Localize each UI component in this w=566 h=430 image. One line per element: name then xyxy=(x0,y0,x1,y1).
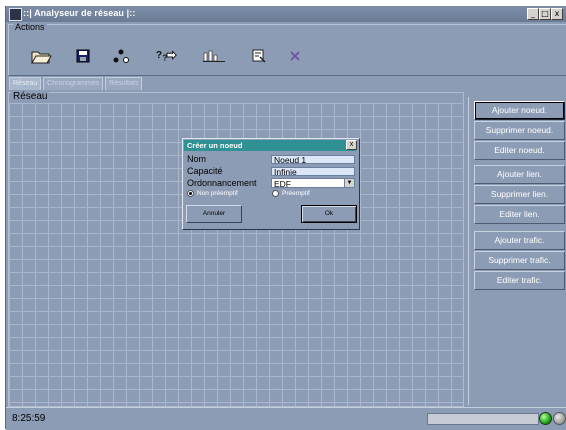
create-node-dialog: Créer un noeud x Nom Noeud 1 Capacité In… xyxy=(182,138,360,230)
dialog-title[interactable]: Créer un noeud xyxy=(184,140,356,151)
non-preemptif-label: Non préemptif xyxy=(197,190,238,197)
clear-button[interactable] xyxy=(283,45,307,67)
tab-strip: Réseau Chronogrammes Résultats xyxy=(9,77,144,91)
clock-text: 8:25:59 xyxy=(12,413,46,424)
app-icon[interactable] xyxy=(9,8,22,21)
edit-node-button[interactable]: Editer noeud. xyxy=(474,141,565,160)
network-icon xyxy=(113,49,129,63)
add-node-button[interactable]: Ajouter noeud. xyxy=(474,101,565,120)
close-cross-icon xyxy=(290,51,300,61)
delete-node-button[interactable]: Supprimer noeud. xyxy=(474,121,565,140)
close-button[interactable]: x xyxy=(551,8,563,20)
nom-label: Nom xyxy=(187,154,207,164)
cancel-button[interactable]: Annuler xyxy=(186,205,242,223)
capacite-label: Capacité xyxy=(187,166,223,176)
delete-link-button[interactable]: Supprimer lien. xyxy=(474,185,565,204)
chevron-down-icon[interactable]: ▼ xyxy=(344,179,354,187)
title-bar[interactable]: ::| Analyseur de réseau |:: _ □ x xyxy=(6,6,566,22)
status-bar: 8:25:59 xyxy=(6,407,566,430)
open-button[interactable] xyxy=(29,45,53,67)
svg-text:?: ? xyxy=(156,50,162,61)
tab-resultats[interactable]: Résultats xyxy=(105,77,143,90)
actions-group: Actions ? ? xyxy=(8,22,566,76)
chart-button[interactable] xyxy=(202,45,226,67)
analyze-icon: ? ? xyxy=(156,50,177,63)
ordonnancement-select[interactable]: EDF ▼ xyxy=(271,178,355,189)
tab-reseau[interactable]: Réseau xyxy=(9,77,42,90)
ordonnancement-label: Ordonnancement xyxy=(187,178,257,188)
tab-chronogrammes[interactable]: Chronogrammes xyxy=(43,77,104,90)
edit-traffic-button[interactable]: Editer trafic. xyxy=(474,271,565,290)
save-icon xyxy=(76,49,90,63)
non-preemptif-radio[interactable]: Non préemptif xyxy=(187,190,238,197)
delete-traffic-button[interactable]: Supprimer trafic. xyxy=(474,251,565,270)
network-legend: Réseau xyxy=(11,91,50,102)
ordonnancement-value: EDF xyxy=(274,179,291,189)
dialog-close-button[interactable]: x xyxy=(346,140,357,150)
radio-checked-icon xyxy=(187,190,194,197)
preemptif-radio[interactable]: Préemptif xyxy=(272,190,310,197)
save-button[interactable] xyxy=(71,45,95,67)
preemptif-label: Préemptif xyxy=(282,190,310,197)
network-button[interactable] xyxy=(109,45,133,67)
chart-icon xyxy=(203,50,225,62)
actions-legend: Actions xyxy=(13,22,47,32)
progress-bar xyxy=(427,413,539,425)
open-folder-icon xyxy=(31,51,52,64)
export-icon xyxy=(252,49,266,63)
add-link-button[interactable]: Ajouter lien. xyxy=(474,165,565,184)
maximize-button[interactable]: □ xyxy=(539,8,551,20)
ok-button[interactable]: Ok xyxy=(301,205,357,223)
capacite-field[interactable]: Infinie xyxy=(271,167,355,177)
side-panel: Ajouter noeud. Supprimer noeud. Editer n… xyxy=(468,97,566,405)
add-traffic-button[interactable]: Ajouter trafic. xyxy=(474,231,565,250)
nom-field[interactable]: Noeud 1 xyxy=(271,155,355,165)
radio-unchecked-icon xyxy=(272,190,279,197)
status-idle-indicator xyxy=(553,412,566,425)
edit-link-button[interactable]: Editer lien. xyxy=(474,205,565,224)
minimize-button[interactable]: _ xyxy=(527,8,539,20)
analyze-button[interactable]: ? ? xyxy=(155,45,179,67)
window-title: ::| Analyseur de réseau |:: xyxy=(23,8,136,18)
export-button[interactable] xyxy=(247,45,271,67)
status-ok-indicator xyxy=(539,412,552,425)
